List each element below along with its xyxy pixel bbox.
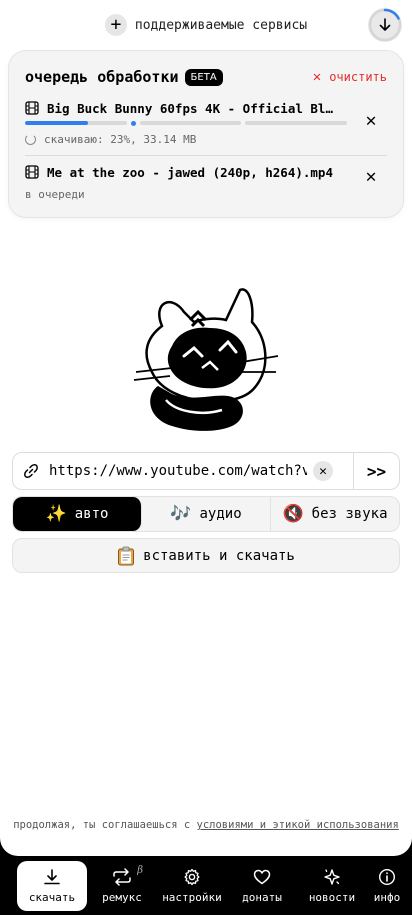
nav-remux[interactable]: ремукс β bbox=[87, 861, 157, 911]
bottom-navigation: скачать ремукс β настройки донаты новост… bbox=[0, 856, 412, 915]
progress-fill bbox=[25, 121, 88, 125]
clear-input-button[interactable]: ✕ bbox=[313, 461, 333, 481]
nav-remux-label: ремукс bbox=[102, 890, 142, 904]
clear-queue-label: очистить bbox=[329, 70, 387, 84]
download-mode-switcher: ✨ авто 🎶 аудио 🔇 без звука bbox=[12, 496, 400, 532]
supported-services-link[interactable]: поддерживаемые сервисы bbox=[135, 18, 307, 33]
nav-donate-label: донаты bbox=[242, 890, 282, 904]
mode-audio-label: аудио bbox=[199, 506, 242, 522]
clear-queue-button[interactable]: ✕ очистить bbox=[313, 69, 387, 85]
queue-item: Me at the zoo - jawed (240p, h264).mp4 в… bbox=[25, 163, 387, 207]
progress-dot bbox=[130, 120, 136, 126]
film-icon bbox=[25, 101, 39, 115]
main-page: + поддерживаемые сервисы очередь обработ… bbox=[0, 0, 412, 856]
queue-header: очередь обработки БЕТА ✕ очистить bbox=[25, 65, 387, 89]
nav-download[interactable]: скачать bbox=[17, 860, 87, 911]
info-icon bbox=[378, 868, 396, 885]
nav-settings[interactable]: настройки bbox=[157, 861, 227, 911]
terms-prefix: продолжая, ты соглашаешься с bbox=[13, 819, 197, 831]
gear-icon bbox=[184, 868, 200, 885]
cat-mascot-logo bbox=[133, 288, 279, 431]
beta-superscript: β bbox=[137, 864, 143, 876]
download-go-button[interactable]: >> bbox=[353, 453, 399, 489]
nav-info-label: инфо bbox=[373, 890, 401, 904]
nav-settings-label: настройки bbox=[162, 890, 222, 904]
nav-info[interactable]: инфо bbox=[367, 861, 407, 911]
paste-and-download-button[interactable]: вставить и скачать bbox=[12, 538, 400, 573]
divider bbox=[25, 155, 387, 156]
queue-item-status: скачиваю: 23%, 33.14 MB bbox=[44, 132, 197, 146]
processing-queue-panel: очередь обработки БЕТА ✕ очистить Big Bu… bbox=[8, 50, 404, 218]
arrow-down-icon bbox=[379, 18, 391, 31]
sparkle-star-icon bbox=[324, 868, 340, 885]
progress-bar bbox=[25, 120, 348, 126]
sparkles-icon: ✨ bbox=[45, 504, 67, 524]
link-input-container: ✕ >> bbox=[12, 452, 400, 490]
queue-item: Big Buck Bunny 60fps 4K - Official Bl… с… bbox=[25, 99, 387, 155]
queue-item-name: Me at the zoo - jawed (240p, h264).mp4 bbox=[47, 164, 333, 180]
queue-item-status: в очереди bbox=[25, 187, 85, 201]
remux-icon bbox=[113, 867, 131, 886]
remove-item-button[interactable]: ✕ bbox=[363, 112, 379, 130]
link-input[interactable] bbox=[49, 463, 307, 479]
beta-badge: БЕТА bbox=[184, 68, 223, 86]
top-bar: + поддерживаемые сервисы bbox=[0, 8, 412, 42]
heart-icon bbox=[253, 869, 271, 884]
plus-icon[interactable]: + bbox=[104, 14, 127, 36]
nav-news[interactable]: новости bbox=[297, 861, 367, 911]
nav-news-label: новости bbox=[308, 890, 356, 904]
nav-download-label: скачать bbox=[28, 890, 76, 904]
terms-link[interactable]: условиями и этикой использования bbox=[197, 819, 399, 831]
download-queue-button[interactable] bbox=[368, 8, 402, 42]
queue-title: очередь обработки bbox=[25, 68, 179, 86]
link-icon bbox=[24, 464, 38, 478]
muted-speaker-icon: 🔇 bbox=[282, 504, 304, 524]
film-icon bbox=[25, 165, 39, 179]
close-icon: ✕ bbox=[312, 69, 322, 85]
loading-spinner-icon bbox=[25, 133, 36, 145]
paste-and-download-label: вставить и скачать bbox=[143, 547, 295, 564]
mode-audio-button[interactable]: 🎶 аудио bbox=[142, 497, 271, 531]
terms-notice: продолжая, ты соглашаешься с условиями и… bbox=[0, 818, 412, 832]
mode-auto-button[interactable]: ✨ авто bbox=[13, 497, 142, 531]
music-notes-icon: 🎶 bbox=[170, 504, 192, 524]
clipboard-icon bbox=[118, 546, 135, 565]
download-icon bbox=[44, 868, 60, 884]
mode-auto-label: авто bbox=[74, 506, 109, 522]
mode-mute-label: без звука bbox=[311, 506, 388, 522]
nav-donate[interactable]: донаты bbox=[227, 861, 297, 911]
queue-item-name: Big Buck Bunny 60fps 4K - Official Bl… bbox=[47, 100, 333, 116]
mode-mute-button[interactable]: 🔇 без звука bbox=[271, 497, 399, 531]
remove-item-button[interactable]: ✕ bbox=[363, 168, 379, 186]
